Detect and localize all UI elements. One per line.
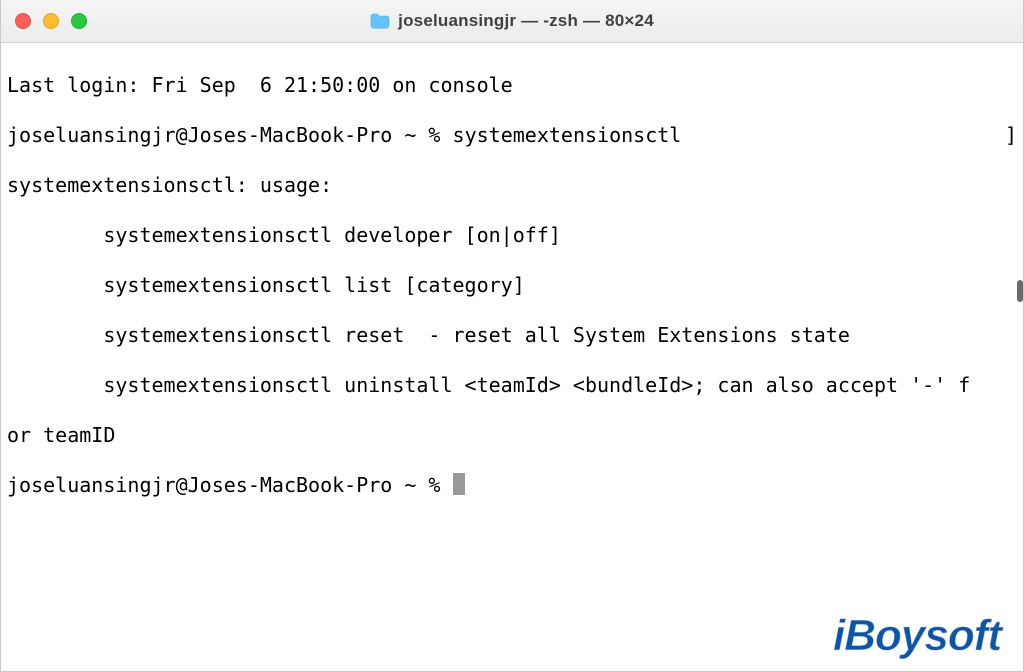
watermark-logo: iBoysoft: [833, 611, 1001, 661]
titlebar: joseluansingjr — -zsh — 80×24: [1, 0, 1023, 43]
scrollbar-thumb[interactable]: [1017, 280, 1023, 302]
cursor-block: [453, 473, 465, 495]
window-title: joseluansingjr — -zsh — 80×24: [398, 11, 654, 31]
terminal-viewport[interactable]: Last login: Fri Sep 6 21:50:00 on consol…: [1, 42, 1023, 671]
terminal-line: Last login: Fri Sep 6 21:50:00 on consol…: [7, 73, 1017, 98]
terminal-line: systemextensionsctl developer [on|off]: [7, 223, 1017, 248]
zoom-button[interactable]: [71, 13, 87, 29]
close-button[interactable]: [15, 13, 31, 29]
terminal-line: joseluansingjr@Joses-MacBook-Pro ~ % sys…: [7, 123, 1017, 148]
terminal-line: systemextensionsctl reset - reset all Sy…: [7, 323, 1017, 348]
minimize-button[interactable]: [43, 13, 59, 29]
folder-icon: [370, 13, 390, 29]
terminal-line: systemextensionsctl: usage:: [7, 173, 1017, 198]
shell-prompt: joseluansingjr@Joses-MacBook-Pro ~ %: [7, 123, 453, 147]
terminal-window: joseluansingjr — -zsh — 80×24 Last login…: [0, 0, 1024, 672]
shell-prompt: joseluansingjr@Joses-MacBook-Pro ~ %: [7, 473, 453, 497]
terminal-line: or teamID: [7, 423, 1017, 448]
window-controls: [15, 13, 87, 29]
terminal-line: systemextensionsctl uninstall <teamId> <…: [7, 373, 1017, 398]
window-title-group: joseluansingjr — -zsh — 80×24: [370, 11, 654, 31]
line-trail: ]: [1005, 123, 1017, 148]
terminal-line: joseluansingjr@Joses-MacBook-Pro ~ %: [7, 473, 1017, 498]
entered-command: systemextensionsctl: [453, 123, 682, 147]
terminal-line: systemextensionsctl list [category]: [7, 273, 1017, 298]
